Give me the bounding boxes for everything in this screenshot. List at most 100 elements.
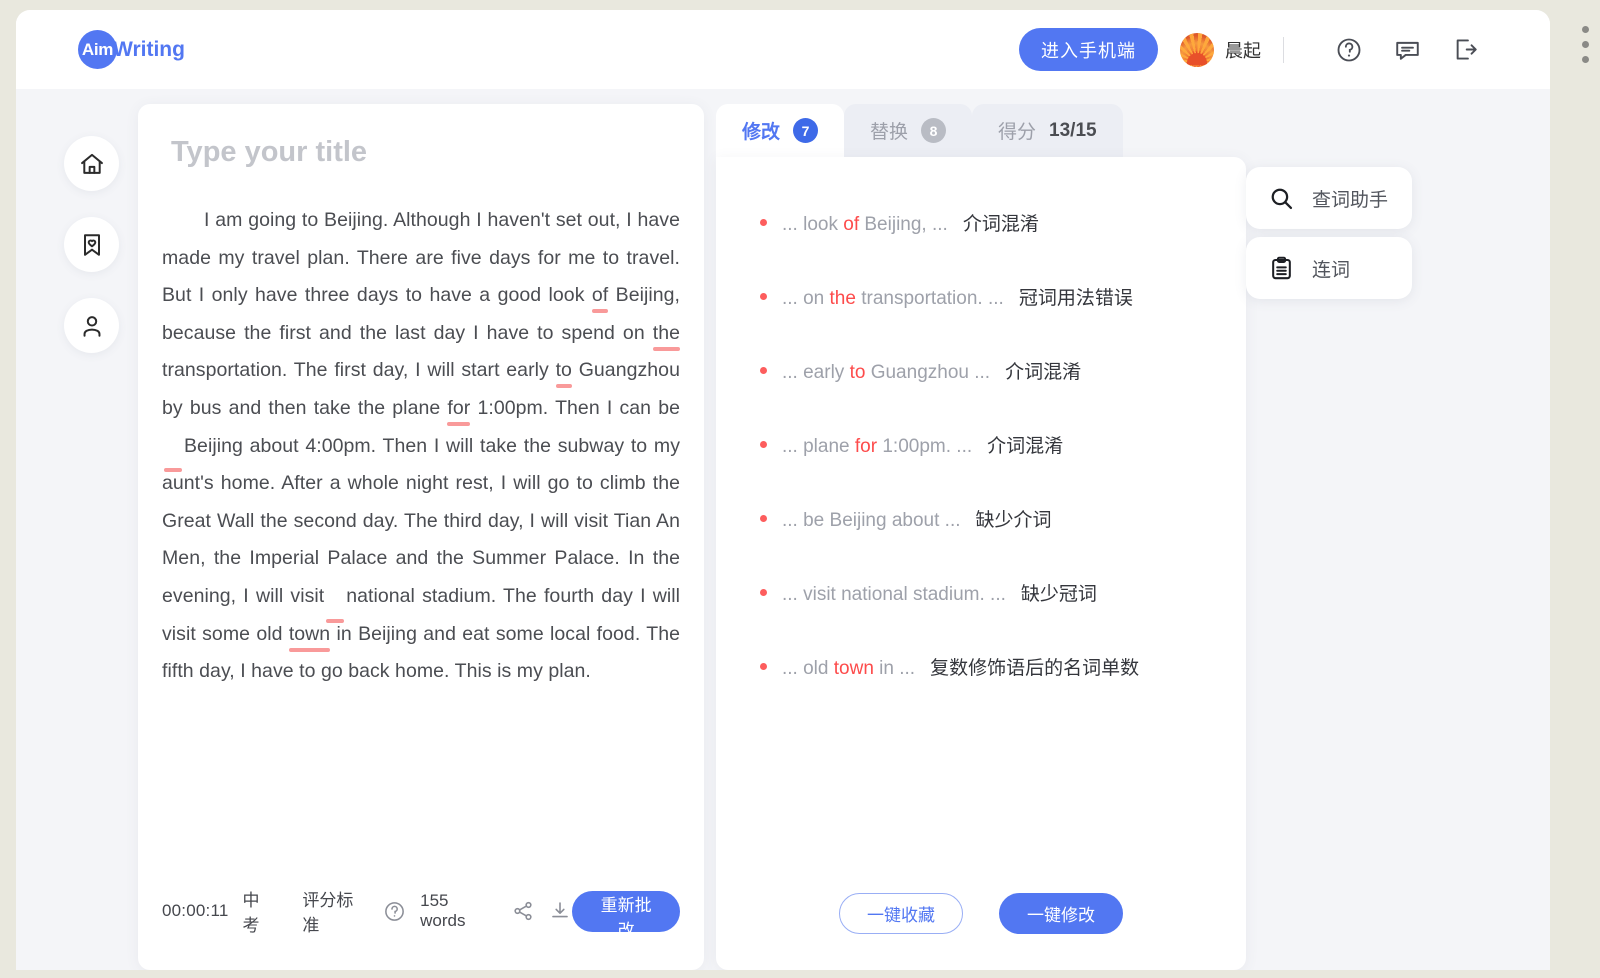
suggestion-error-type: 复数修饰语后的名词单数 [930, 658, 1140, 679]
missing-word-marker[interactable] [324, 578, 346, 623]
recheck-button[interactable]: 重新批改 [572, 890, 680, 940]
bullet-dot-icon [760, 515, 767, 522]
tab-label: 替换 [870, 122, 909, 143]
suggestion-fragment: ... visit national stadium. ... [782, 584, 1006, 605]
frame-dot [1581, 56, 1589, 63]
essay-text[interactable]: I am going to Beijing. Although I haven'… [162, 202, 680, 691]
suggestion-error-word: town [833, 658, 874, 679]
panel-card: ... look of Beijing, ... 介词混淆 ... on the t… [716, 157, 1246, 970]
message-icon[interactable] [1392, 35, 1422, 65]
exam-level-label: 中考 [242, 891, 260, 935]
tab-score[interactable]: 得分 13/15 [972, 104, 1123, 157]
suggestion-fragment: ... plane for 1:00pm. ... [782, 436, 973, 457]
tab-label: 得分 [998, 122, 1037, 143]
editor-toolbar: 00:00:11 中考 评分标准 155 words 重新批改 [138, 886, 704, 940]
help-circle-icon[interactable] [1334, 35, 1364, 65]
device-frame: Aim Writing 进入手机端 晨起 Type your title I a… [0, 0, 1600, 978]
search-icon [1268, 185, 1295, 212]
sidebar-rail [64, 136, 119, 353]
share-icon[interactable] [511, 899, 535, 923]
frame-dot [1581, 41, 1589, 48]
conjunction-tool-label: 连词 [1312, 259, 1351, 281]
suggestion-error-type: 介词混淆 [987, 436, 1064, 457]
essay-text-run: Beijing about 4:00pm. Then I will take t… [162, 434, 680, 607]
app-logo[interactable]: Aim Writing [78, 30, 185, 69]
missing-word-marker[interactable] [162, 428, 184, 472]
suggestion-error-type: 缺少介词 [975, 510, 1052, 531]
bullet-dot-icon [760, 589, 767, 596]
suggestion-error-type: 缺少冠词 [1020, 584, 1097, 605]
sidebar-item-profile[interactable] [64, 298, 119, 353]
enter-mobile-button[interactable]: 进入手机端 [1019, 28, 1158, 71]
title-input[interactable]: Type your title [171, 136, 367, 169]
avatar[interactable] [1180, 32, 1214, 67]
tab-replacements[interactable]: 替换 8 [844, 104, 973, 157]
tab-badge: 7 [793, 118, 819, 143]
dictionary-tool-button[interactable]: 查词助手 [1246, 167, 1412, 229]
word-count: 155 words [420, 891, 466, 930]
suggestion-fragment: ... look of Beijing, ... [782, 214, 948, 235]
bullet-dot-icon [760, 219, 767, 226]
error-word[interactable]: the [653, 322, 680, 344]
suggestion-list: ... look of Beijing, ... 介词混淆 ... on the t… [716, 157, 1246, 680]
suggestion-item[interactable]: ... old town in ... 复数修饰语后的名词单数 [760, 653, 1246, 680]
rubric-link[interactable]: 评分标准 [302, 886, 370, 936]
suggestion-error-type: 介词混淆 [1005, 362, 1082, 383]
tab-badge: 8 [921, 118, 947, 143]
bullet-dot-icon [760, 367, 767, 374]
fix-all-button[interactable]: 一键修改 [999, 893, 1123, 934]
sidebar-item-favorites[interactable] [64, 217, 119, 272]
sidebar-item-home[interactable] [64, 136, 119, 191]
favorite-all-button[interactable]: 一键收藏 [839, 893, 963, 934]
app-header: Aim Writing 进入手机端 晨起 [16, 10, 1550, 89]
elapsed-time: 00:00:11 [162, 901, 229, 920]
logo-badge: Aim [78, 30, 117, 69]
clipboard-icon [1268, 255, 1295, 282]
error-word[interactable]: of [592, 284, 608, 306]
header-actions: 进入手机端 晨起 [1019, 28, 1480, 71]
suggestion-error-word: of [843, 214, 860, 235]
conjunction-tool-button[interactable]: 连词 [1246, 237, 1412, 299]
essay-text-run: transportation. The first day, I will st… [162, 359, 556, 382]
bullet-dot-icon [760, 293, 767, 300]
help-circle-icon[interactable] [383, 900, 406, 923]
essay-editor-card: Type your title I am going to Beijing. A… [138, 104, 704, 970]
suggestion-fragment: ... old town in ... [782, 658, 916, 679]
frame-dots [1580, 26, 1590, 63]
essay-text-run: 1:00pm. Then I can be [470, 396, 680, 419]
dictionary-tool-label: 查词助手 [1312, 189, 1389, 211]
error-word[interactable]: town [289, 623, 330, 645]
download-icon[interactable] [548, 899, 572, 923]
suggestion-error-word: to [849, 362, 866, 383]
bullet-dot-icon [760, 663, 767, 670]
suggestion-error-word: for [854, 436, 878, 457]
tab-revisions[interactable]: 修改 7 [716, 104, 845, 157]
tab-score-value: 13/15 [1049, 119, 1097, 141]
error-word[interactable]: to [556, 359, 572, 381]
suggestion-item[interactable]: ... be Beijing about ... 缺少介词 [760, 505, 1246, 532]
suggestion-fragment: ... on the transportation. ... [782, 288, 1004, 309]
suggestion-item[interactable]: ... look of Beijing, ... 介词混淆 [760, 209, 1246, 236]
panel-tabs: 修改 7 替换 8 得分 13/15 [716, 104, 1246, 157]
suggestion-item[interactable]: ... plane for 1:00pm. ... 介词混淆 [760, 431, 1246, 458]
panel-actions: 一键收藏 一键修改 [716, 893, 1246, 934]
error-word[interactable]: for [447, 397, 470, 419]
suggestion-error-word: the [829, 288, 856, 309]
suggestion-fragment: ... be Beijing about ... [782, 510, 961, 531]
header-divider [1283, 36, 1284, 63]
logout-icon[interactable] [1450, 35, 1480, 65]
logo-wordmark: Writing [113, 37, 185, 61]
suggestion-error-type: 冠词用法错误 [1018, 288, 1133, 309]
frame-dot [1581, 26, 1589, 33]
feedback-panel: 修改 7 替换 8 得分 13/15 ... look of Beijing, ... 介词… [716, 104, 1246, 970]
username-label: 晨起 [1225, 40, 1261, 61]
suggestion-fragment: ... early to Guangzhou ... [782, 362, 991, 383]
suggestion-item[interactable]: ... on the transportation. ... 冠词用法错误 [760, 283, 1246, 310]
suggestion-item[interactable]: ... early to Guangzhou ... 介词混淆 [760, 357, 1246, 384]
tab-label: 修改 [742, 122, 781, 143]
suggestion-error-type: 介词混淆 [962, 214, 1039, 235]
app-body: Type your title I am going to Beijing. A… [16, 89, 1550, 970]
app-viewport: Aim Writing 进入手机端 晨起 Type your title I a… [16, 10, 1550, 970]
bullet-dot-icon [760, 441, 767, 448]
suggestion-item[interactable]: ... visit national stadium. ... 缺少冠词 [760, 579, 1246, 606]
